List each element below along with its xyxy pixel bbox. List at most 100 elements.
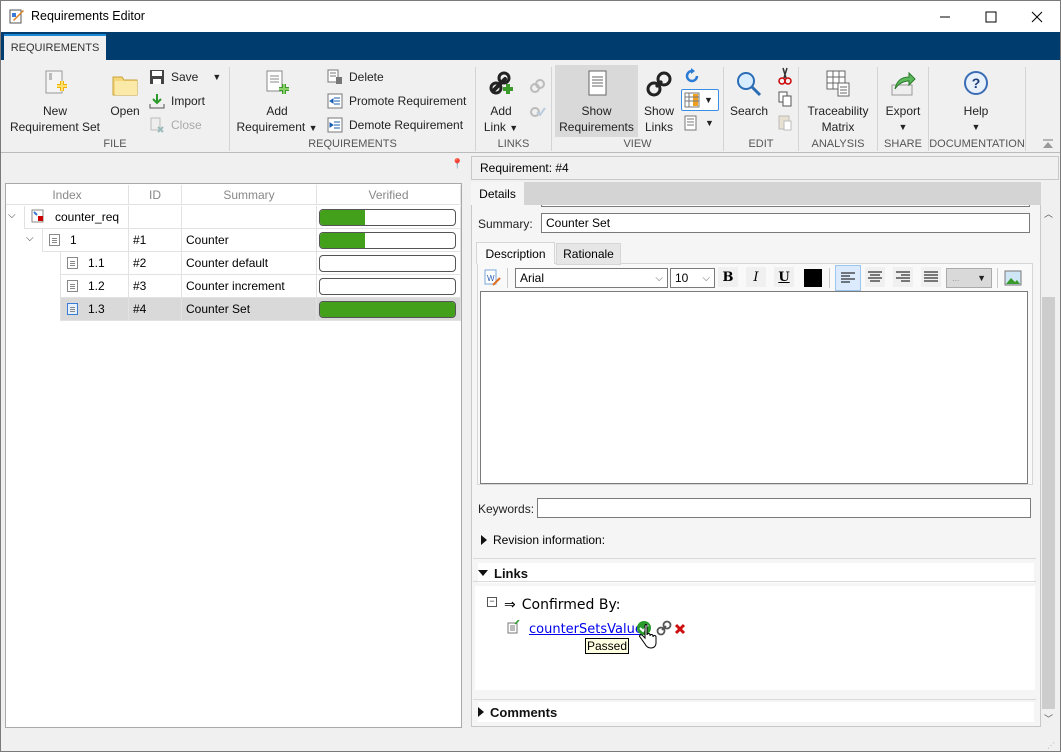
index-text: 1.3 [88,302,105,316]
insert-image-icon[interactable] [1004,269,1022,287]
show-requirements-button[interactable]: Show Requirements [555,65,638,137]
export-button[interactable]: Export ▼ [881,69,925,135]
column-header-verified[interactable]: Verified [317,185,461,205]
promote-requirement-button[interactable]: Promote Requirement [327,91,466,111]
align-right-button[interactable] [893,267,913,287]
id-cell[interactable] [129,206,182,229]
delete-button[interactable]: Delete [327,67,384,87]
copy-icon[interactable] [777,91,793,109]
index-cell[interactable]: 1.2 [60,275,129,298]
minimize-button[interactable] [922,1,968,32]
validate-link-icon[interactable] [528,102,546,120]
align-left-button[interactable] [835,265,861,291]
group-label-documentation: DOCUMENTATION [929,138,1025,150]
pin-icon[interactable]: 📍 [451,159,463,170]
tab-requirements[interactable]: REQUIREMENTS [4,34,106,60]
export-label: Export [885,104,921,118]
traceability-matrix-button[interactable]: Traceability Matrix [803,69,873,135]
save-dropdown-icon[interactable]: ▼ [212,72,221,82]
align-center-icon [868,271,882,282]
align-center-button[interactable] [865,267,885,287]
list-style-placeholder: ... [952,273,960,283]
scroll-down-icon[interactable]: ﹀ [1044,712,1053,725]
tab-rationale[interactable]: Rationale [556,243,621,265]
refresh-icon[interactable] [683,67,701,85]
hand-cursor-icon [639,624,657,649]
id-cell[interactable]: #3 [129,275,182,298]
index-cell[interactable]: counter_req [24,206,129,229]
keywords-label: Keywords: [478,502,535,516]
verification-progress-bar [319,278,456,295]
chevron-down-icon: ⌵ [655,272,663,284]
index-cell[interactable]: 1 [42,229,129,252]
summary-input[interactable]: Counter Set [541,213,1030,233]
close-file-button[interactable]: Close [149,115,202,135]
italic-button[interactable]: I [746,267,766,287]
index-cell[interactable]: 1.3 [60,298,129,321]
close-button[interactable] [1014,1,1060,32]
scrollbar-thumb[interactable] [1042,297,1055,709]
summary-cell[interactable]: Counter Set [182,298,317,321]
list-style-select[interactable]: ... ▼ [946,268,992,288]
maximize-button[interactable] [968,1,1014,32]
summary-cell[interactable]: Counter increment [182,275,317,298]
scroll-up-icon[interactable]: ︿ [1044,207,1053,220]
summary-cell[interactable]: Counter default [182,252,317,275]
description-editor[interactable] [480,291,1028,484]
delete-link-icon[interactable] [674,623,686,635]
collapse-tree-icon[interactable]: − [487,597,497,607]
summary-cell[interactable]: Counter [182,229,317,252]
demote-requirement-button[interactable]: Demote Requirement [327,115,463,135]
id-cell[interactable]: #2 [129,252,182,275]
search-button[interactable]: Search [728,69,770,119]
resize-grip-icon[interactable]: ⋰ [1047,741,1055,750]
font-size-select[interactable]: 10 ⌵ [670,268,715,288]
clipped-field [541,205,1030,207]
import-button[interactable]: Import [149,91,205,111]
add-link-dropdown-icon[interactable]: ▼ [509,123,518,133]
link-icon[interactable] [656,620,672,636]
collapse-ribbon-icon[interactable] [1042,138,1054,150]
new-requirement-set-button[interactable]: New Requirement Set [7,69,103,135]
paste-icon[interactable] [777,114,793,132]
requirement-header: Requirement: #4 [471,156,1059,180]
open-button[interactable]: Open [107,69,143,119]
word-edit-icon[interactable]: W [483,269,501,287]
expand-chevron-icon[interactable]: ⌵ [8,210,16,221]
views-dropdown[interactable]: ▼ [683,115,714,131]
link-counter-sets-value[interactable]: counterSetsValue [529,622,643,637]
links-section-header[interactable]: Links [478,563,1034,583]
summary-cell[interactable] [182,206,317,229]
id-cell[interactable]: #1 [129,229,182,252]
help-button[interactable]: ? Help ▼ [951,69,1001,135]
cut-icon[interactable] [777,67,793,85]
justify-button[interactable] [921,267,941,287]
add-requirement-button[interactable]: Add Requirement ▼ [234,69,320,136]
add-link-button[interactable]: Add Link ▼ [479,69,523,136]
column-header-index[interactable]: Index [6,185,129,205]
links-label: Links [494,565,528,581]
underline-button[interactable]: U [774,267,794,287]
revision-information-toggle[interactable]: Revision information: [481,533,605,547]
show-links-button[interactable]: Show Links [641,69,677,135]
details-tabstrip [471,182,1041,205]
columns-dropdown[interactable]: ▼ [681,89,719,111]
column-header-summary[interactable]: Summary [182,185,317,205]
tab-description[interactable]: Description [476,242,555,264]
tab-details[interactable]: Details [471,182,524,206]
add-link-icon [489,71,513,95]
id-cell[interactable]: #4 [129,298,182,321]
add-req-dropdown-icon[interactable]: ▼ [309,123,318,133]
expand-chevron-icon[interactable]: ⌵ [26,233,34,244]
font-family-select[interactable]: Arial ⌵ [515,268,668,288]
text-color-button[interactable] [804,269,822,287]
collapse-arrow-icon [478,570,488,576]
index-cell[interactable]: 1.1 [60,252,129,275]
delete-link-icon[interactable] [528,79,546,97]
save-button[interactable]: Save ▼ [149,67,221,87]
comments-section-header[interactable]: Comments [478,702,1034,722]
keywords-input[interactable] [537,498,1031,518]
bold-button[interactable]: B [718,267,738,287]
column-header-id[interactable]: ID [129,185,182,205]
font-size-value: 10 [675,271,689,285]
